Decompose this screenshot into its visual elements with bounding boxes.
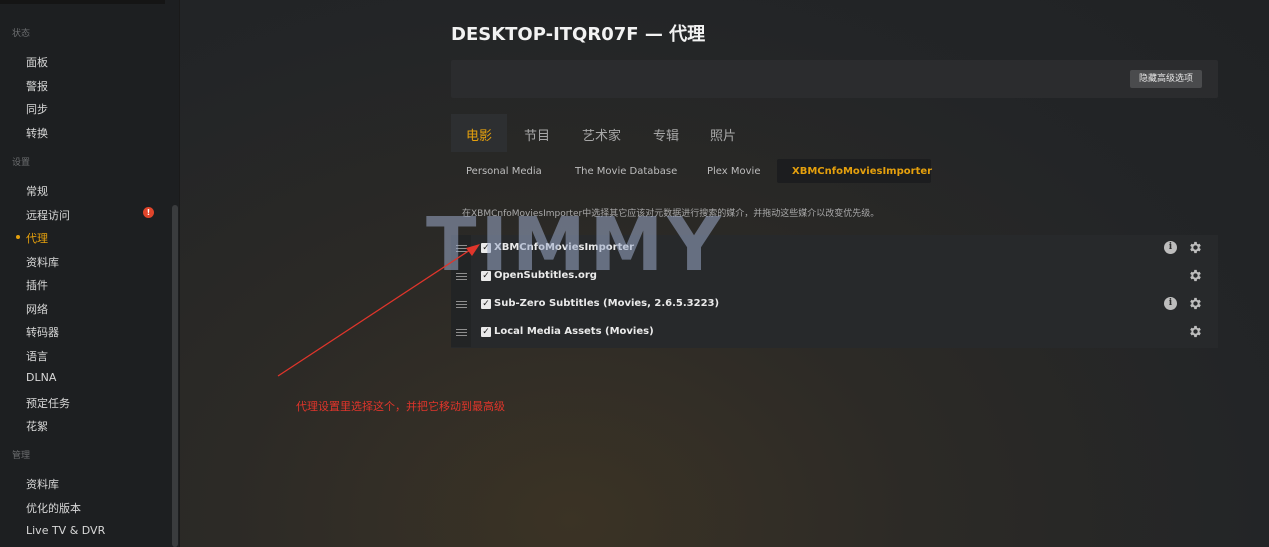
agent-row[interactable]: ✓ OpenSubtitles.org bbox=[451, 263, 1218, 291]
subtab-plex-movie[interactable]: Plex Movie bbox=[707, 166, 760, 177]
page-title: DESKTOP-ITQR07F — 代理 bbox=[451, 24, 706, 45]
drag-handle-icon[interactable] bbox=[456, 329, 467, 336]
sidebar-item-sync[interactable]: 同步 bbox=[26, 101, 48, 117]
agent-checkbox[interactable]: ✓ bbox=[481, 327, 491, 337]
sidebar-item-plugins[interactable]: 插件 bbox=[26, 277, 48, 293]
drag-handle-icon[interactable] bbox=[456, 301, 467, 308]
sidebar-item-libraries[interactable]: 资料库 bbox=[26, 476, 59, 492]
tab-shows[interactable]: 节目 bbox=[524, 125, 550, 144]
sidebar-item-language[interactable]: 语言 bbox=[26, 348, 48, 364]
tab-artists[interactable]: 艺术家 bbox=[582, 125, 621, 144]
agent-checkbox[interactable]: ✓ bbox=[481, 299, 491, 309]
sidebar-item-remote-access[interactable]: 远程访问 bbox=[26, 207, 70, 223]
agent-name: Sub-Zero Subtitles (Movies, 2.6.5.3223) bbox=[494, 298, 720, 309]
agents-description: 在XBMCnfoMoviesImporter中选择其它应该对元数据进行搜索的媒介… bbox=[462, 209, 880, 219]
sidebar-item-live-tv-dvr[interactable]: Live TV & DVR bbox=[26, 524, 105, 537]
hide-advanced-button[interactable]: 隐藏高级选项 bbox=[1129, 70, 1202, 88]
tab-movies[interactable]: 电影 bbox=[466, 125, 492, 144]
sidebar-item-agents[interactable]: 代理 bbox=[26, 230, 48, 246]
agent-name: Local Media Assets (Movies) bbox=[494, 326, 654, 337]
sidebar-item-dashboard[interactable]: 面板 bbox=[26, 54, 48, 70]
alert-icon: ! bbox=[143, 207, 154, 218]
sidebar-item-alerts[interactable]: 警报 bbox=[26, 78, 48, 94]
sidebar-scrollbar[interactable] bbox=[172, 205, 178, 547]
advanced-options-panel: 隐藏高级选项 bbox=[451, 60, 1218, 98]
subtab-xbmcnfo[interactable]: XBMCnfoMoviesImporter bbox=[792, 166, 932, 177]
sidebar-section-status: 状态 bbox=[12, 29, 31, 39]
sidebar-item-dlna[interactable]: DLNA bbox=[26, 371, 56, 384]
sidebar-item-library[interactable]: 资料库 bbox=[26, 254, 59, 270]
sidebar-item-general[interactable]: 常规 bbox=[26, 183, 48, 199]
agent-list: ✓ XBMCnfoMoviesImporter i ✓ OpenSubtitle… bbox=[451, 235, 1218, 348]
sidebar-item-extras[interactable]: 花絮 bbox=[26, 418, 48, 434]
gear-icon[interactable] bbox=[1188, 324, 1203, 339]
agent-row[interactable]: ✓ XBMCnfoMoviesImporter i bbox=[451, 235, 1218, 263]
subtab-personal-media[interactable]: Personal Media bbox=[466, 166, 542, 177]
sidebar-section-manage: 管理 bbox=[12, 451, 31, 461]
agent-row[interactable]: ✓ Local Media Assets (Movies) bbox=[451, 319, 1218, 347]
active-indicator-dot bbox=[16, 235, 20, 239]
sidebar-item-scheduled-tasks[interactable]: 预定任务 bbox=[26, 395, 70, 411]
agent-row[interactable]: ✓ Sub-Zero Subtitles (Movies, 2.6.5.3223… bbox=[451, 291, 1218, 319]
sidebar-item-transcoder[interactable]: 转码器 bbox=[26, 324, 59, 340]
sidebar: 状态 面板 警报 同步 转换 设置 常规 远程访问 ! 代理 资料库 插件 网络… bbox=[0, 0, 180, 547]
sidebar-top-bar bbox=[0, 0, 165, 4]
sidebar-section-settings: 设置 bbox=[12, 158, 31, 168]
sidebar-item-optimized-versions[interactable]: 优化的版本 bbox=[26, 500, 81, 516]
drag-handle-icon[interactable] bbox=[456, 273, 467, 280]
agent-name: OpenSubtitles.org bbox=[494, 270, 597, 281]
drag-handle-icon[interactable] bbox=[456, 245, 467, 252]
subtab-the-movie-database[interactable]: The Movie Database bbox=[575, 166, 677, 177]
sidebar-item-conversion[interactable]: 转换 bbox=[26, 125, 48, 141]
agent-checkbox[interactable]: ✓ bbox=[481, 243, 491, 253]
info-icon[interactable]: i bbox=[1164, 241, 1177, 254]
info-icon[interactable]: i bbox=[1164, 297, 1177, 310]
agent-name: XBMCnfoMoviesImporter bbox=[494, 242, 635, 253]
gear-icon[interactable] bbox=[1188, 240, 1203, 255]
annotation-text: 代理设置里选择这个，并把它移动到最高级 bbox=[296, 400, 505, 413]
tab-albums[interactable]: 专辑 bbox=[653, 125, 679, 144]
gear-icon[interactable] bbox=[1188, 296, 1203, 311]
sidebar-item-network[interactable]: 网络 bbox=[26, 301, 48, 317]
tab-photos[interactable]: 照片 bbox=[710, 125, 736, 144]
gear-icon[interactable] bbox=[1188, 268, 1203, 283]
agent-checkbox[interactable]: ✓ bbox=[481, 271, 491, 281]
